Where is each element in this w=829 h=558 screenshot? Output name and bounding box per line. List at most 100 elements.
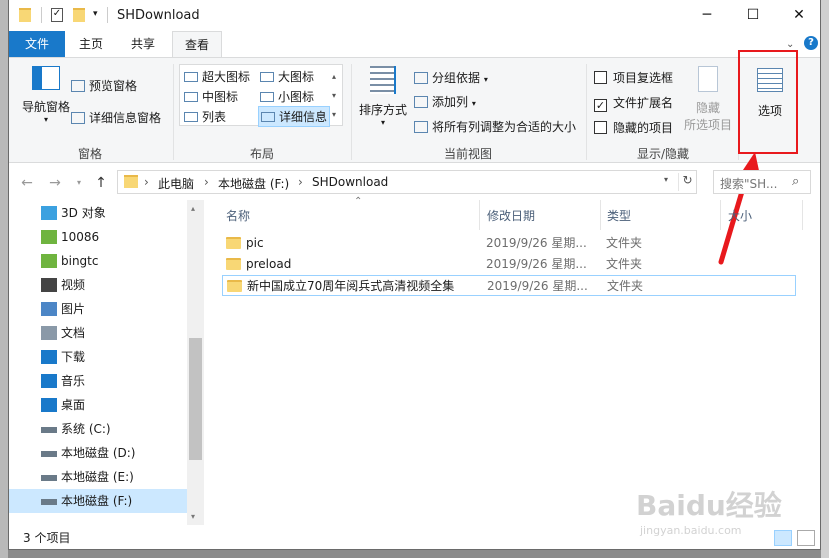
tab-view[interactable]: 查看 (172, 31, 222, 57)
sidebar-item-label: 本地磁盘 (D:) (61, 446, 136, 460)
refresh-icon[interactable]: ↻ (678, 173, 696, 191)
column-header-type[interactable]: 类型 (607, 207, 631, 224)
layout-extra-large-icons[interactable]: 超大图标 (184, 68, 250, 85)
breadcrumb-chevron-icon[interactable]: › (298, 175, 303, 189)
layout-scroll-icon[interactable]: ▴ ▾ ▾ (332, 67, 336, 124)
add-columns-button[interactable]: 添加列 ▾ (414, 93, 476, 110)
size-all-columns-button[interactable]: 将所有列调整为合适的大小 (414, 118, 576, 135)
file-row[interactable]: pic 2019/9/26 星期... 文件夹 (222, 233, 796, 254)
title-bar: ✓ ▾ SHDownload ─ ☐ ✕ (9, 0, 820, 31)
desktop-left-edge (0, 0, 8, 558)
help-icon[interactable]: ? (804, 36, 818, 50)
group-by-icon (414, 72, 428, 84)
breadcrumb-chevron-icon[interactable]: › (204, 175, 209, 189)
customize-qa-chevron-icon[interactable]: ▾ (93, 9, 98, 19)
sidebar-scroll-thumb[interactable] (189, 338, 202, 460)
tab-file[interactable]: 文件 (9, 31, 65, 57)
file-row[interactable]: preload 2019/9/26 星期... 文件夹 (222, 254, 796, 275)
details-icon (261, 112, 275, 122)
group-by-button[interactable]: 分组依据 ▾ (414, 69, 488, 86)
layout-large-icons[interactable]: 大图标 (260, 68, 314, 85)
column-divider[interactable] (720, 200, 721, 230)
column-header-date[interactable]: 修改日期 (487, 207, 535, 224)
ribbon-tabs: 文件 主页 共享 查看 ⌄ ? (9, 31, 820, 57)
item-checkboxes-checkbox[interactable] (594, 71, 607, 84)
address-history-chevron-icon[interactable]: ▾ (664, 175, 668, 184)
sidebar-item[interactable]: 音乐 (9, 369, 187, 393)
sidebar-item[interactable]: 3D 对象 (9, 201, 187, 225)
preview-pane-button[interactable]: 预览窗格 (71, 77, 137, 94)
hide-selected-button[interactable]: 隐藏 所选项目 (681, 66, 735, 133)
hidden-items-toggle[interactable]: 隐藏的项目 (594, 119, 673, 136)
tab-home[interactable]: 主页 (65, 31, 117, 57)
file-name: 新中国成立70周年阅兵式高清视频全集 (247, 279, 455, 293)
breadcrumb-shdownload[interactable]: SHDownload (312, 175, 388, 189)
collapse-ribbon-icon[interactable]: ⌄ (786, 39, 794, 50)
search-icon[interactable]: ⌕ (792, 174, 799, 189)
sidebar-item[interactable]: 桌面 (9, 393, 187, 417)
sidebar-item[interactable]: 本地磁盘 (E:) (9, 465, 187, 489)
column-divider[interactable] (802, 200, 803, 230)
column-header-name[interactable]: 名称 (226, 207, 250, 224)
recent-chevron-icon[interactable]: ▾ (69, 172, 89, 194)
scroll-up-icon[interactable]: ▴ (191, 204, 195, 213)
hidden-items-checkbox[interactable] (594, 121, 607, 134)
sidebar-item[interactable]: 视频 (9, 273, 187, 297)
group-by-chevron-icon: ▾ (483, 75, 488, 84)
sidebar-item[interactable]: bingtc (9, 249, 187, 273)
sidebar-item[interactable]: 本地磁盘 (D:) (9, 441, 187, 465)
file-row[interactable]: 新中国成立70周年阅兵式高清视频全集 2019/9/26 星期... 文件夹 (222, 275, 796, 296)
folder-icon (226, 237, 241, 249)
hidden-items-label: 隐藏的项目 (613, 121, 674, 135)
sidebar-item-label: 系统 (C:) (61, 422, 111, 436)
layout-list[interactable]: 列表 (184, 108, 226, 125)
new-folder-icon[interactable] (73, 8, 85, 22)
nav-pane-button[interactable]: 导航窗格 ▾ (17, 66, 75, 124)
column-divider[interactable] (600, 200, 601, 230)
sidebar-item[interactable]: 下载 (9, 345, 187, 369)
sidebar-item[interactable]: 文档 (9, 321, 187, 345)
file-type: 文件夹 (606, 257, 643, 271)
scroll-down-icon[interactable]: ▾ (191, 512, 195, 521)
file-extensions-toggle[interactable]: ✓ 文件扩展名 (594, 94, 673, 112)
search-box[interactable]: 搜索"SH... ⌕ (713, 170, 811, 194)
minimize-button[interactable]: ─ (684, 0, 730, 31)
hide-selected-label: 隐藏 (695, 101, 720, 115)
drive-icon (41, 475, 57, 481)
small-icons-icon (260, 92, 274, 102)
column-header-size[interactable]: 大小 (728, 207, 752, 224)
properties-icon[interactable]: ✓ (51, 8, 63, 22)
pictures-icon (41, 302, 57, 316)
nav-pane-chevron-icon: ▾ (43, 115, 48, 124)
file-extensions-checkbox[interactable]: ✓ (594, 99, 607, 112)
group-label-layout: 布局 (249, 147, 274, 161)
item-checkboxes-toggle[interactable]: 项目复选框 (594, 69, 673, 86)
sidebar-scrollbar[interactable]: ▴ ▾ (187, 200, 204, 525)
navigation-pane: 3D 对象 10086 bingtc 视频 图片 文档 下载 音乐 桌面系统 (C:) 本地磁盘 … (9, 200, 204, 525)
details-pane-button[interactable]: 详细信息窗格 (71, 109, 161, 126)
breadcrumb-drive-f[interactable]: 本地磁盘 (F:) (218, 175, 289, 192)
sidebar-item[interactable]: 系统 (C:) (9, 417, 187, 441)
ribbon-separator (173, 64, 174, 160)
forward-arrow-icon[interactable]: → (45, 172, 65, 194)
breadcrumb-chevron-icon[interactable]: › (144, 175, 149, 189)
window-title: SHDownload (117, 8, 200, 23)
drive-icon (41, 451, 57, 457)
column-divider[interactable] (479, 200, 480, 230)
breadcrumb-this-pc[interactable]: 此电脑 (158, 175, 194, 192)
address-bar[interactable]: › 此电脑 › 本地磁盘 (F:) › SHDownload ▾ ↻ (117, 170, 697, 194)
sort-by-button[interactable]: 排序方式 ▾ (357, 66, 409, 127)
close-button[interactable]: ✕ (776, 0, 822, 31)
layout-details[interactable]: 详细信息 (258, 106, 331, 127)
sidebar-item[interactable]: 10086 (9, 225, 187, 249)
search-input[interactable]: 搜索"SH... (720, 175, 777, 192)
layout-small-icons[interactable]: 小图标 (260, 88, 314, 105)
sidebar-item[interactable]: 本地磁盘 (F:) (9, 489, 187, 513)
up-arrow-icon[interactable]: ↑ (91, 172, 111, 194)
maximize-button[interactable]: ☐ (730, 0, 776, 31)
large-icons-view-icon[interactable] (797, 530, 815, 546)
back-arrow-icon[interactable]: ← (17, 172, 37, 194)
layout-medium-icons[interactable]: 中图标 (184, 88, 238, 105)
tab-share[interactable]: 共享 (117, 31, 169, 57)
sidebar-item[interactable]: 图片 (9, 297, 187, 321)
